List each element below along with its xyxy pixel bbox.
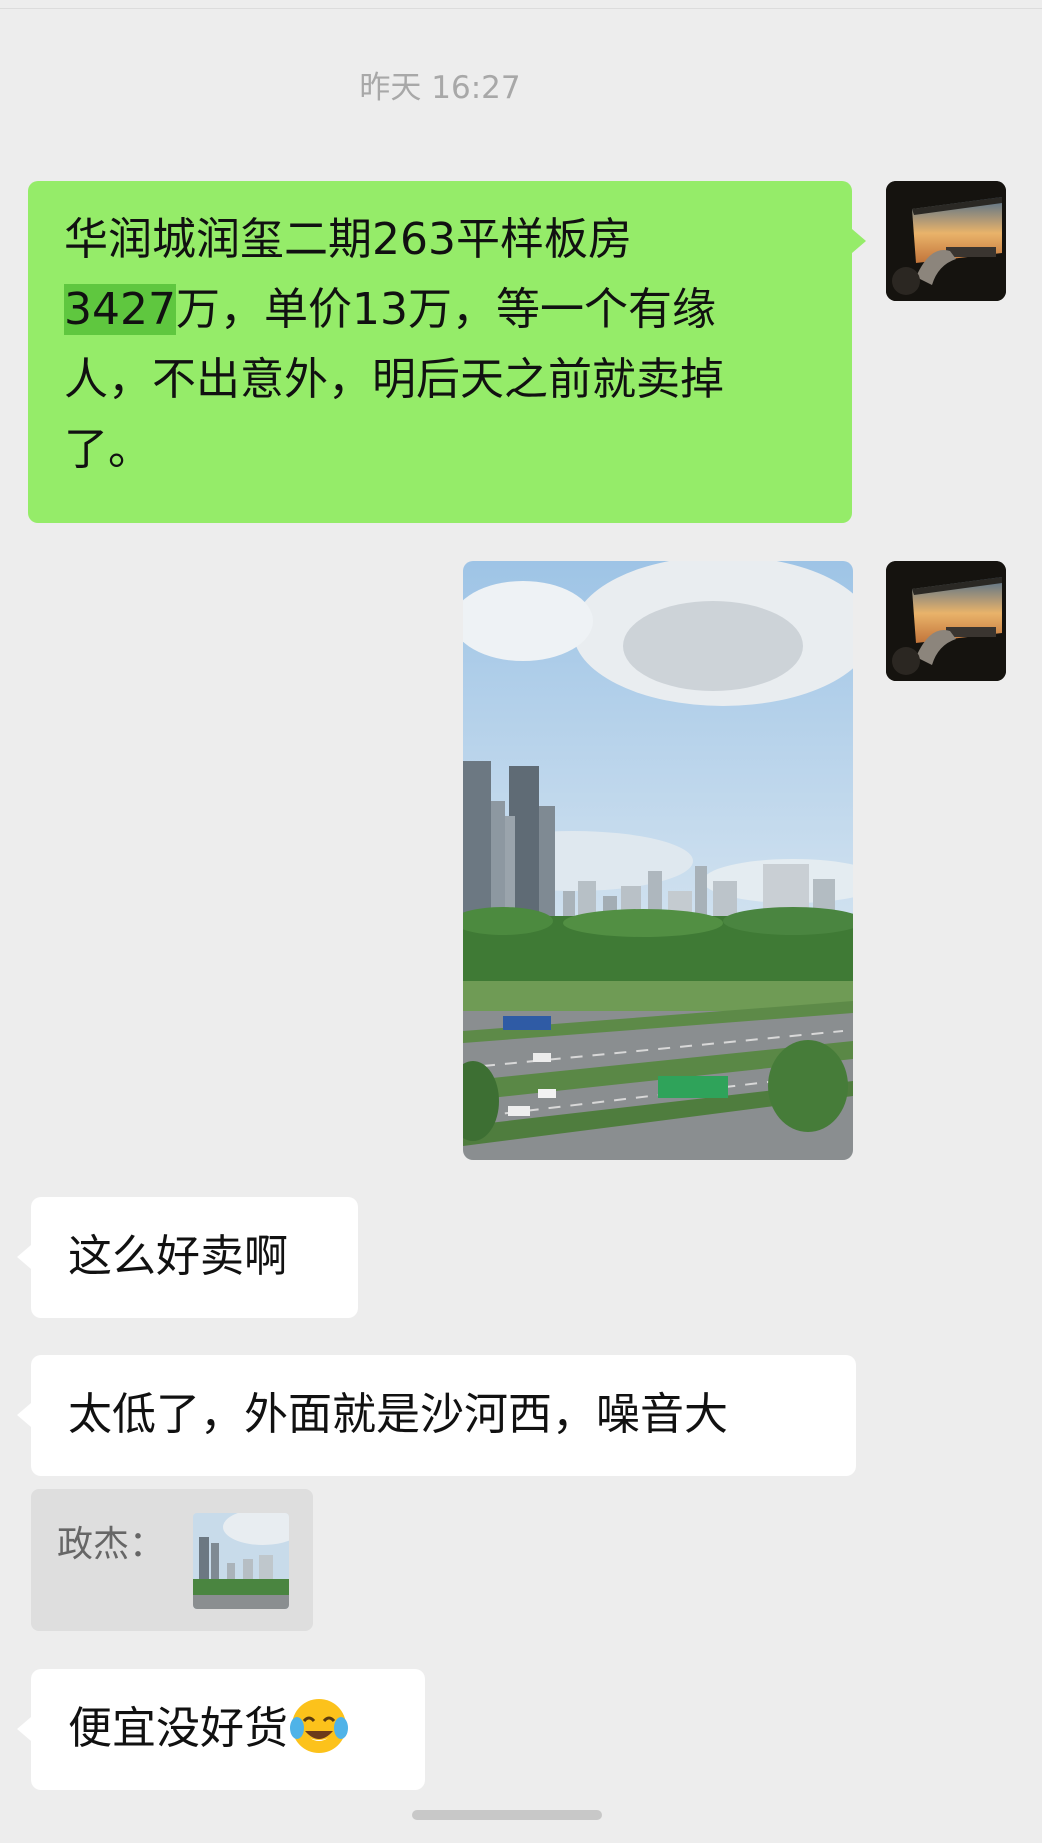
received-message-bubble[interactable]: 这么好卖啊 — [31, 1197, 358, 1318]
message-timestamp: 昨天 16:27 — [359, 70, 521, 106]
received-message-bubble[interactable]: 便宜没好货 — [31, 1669, 425, 1790]
message-line: 人，不出意外，明后天之前就卖掉 — [64, 354, 724, 405]
sent-message-bubble[interactable]: 华润城润玺二期263平样板房 3427万，单价13万，等一个有缘 人，不出意外，… — [28, 181, 852, 523]
avatar-photo-icon — [886, 561, 1006, 681]
message-text-content: 便宜没好货 — [68, 1703, 288, 1754]
quote-sender: 政杰： — [57, 1524, 166, 1565]
tears-of-joy-emoji-icon — [288, 1695, 350, 1757]
sent-image-message[interactable] — [463, 561, 853, 1160]
avatar[interactable] — [886, 181, 1006, 301]
city-skyline-photo-icon — [463, 561, 853, 1160]
message-text: 华润城润玺二期263平样板房 3427万，单价13万，等一个有缘 人，不出意外，… — [64, 205, 844, 485]
city-skyline-thumbnail-icon[interactable] — [193, 1513, 289, 1609]
message-line: 万，单价13万，等一个有缘 — [175, 284, 716, 335]
message-text: 太低了，外面就是沙河西，噪音大 — [68, 1389, 728, 1440]
bubble-tail — [17, 1717, 31, 1741]
quoted-message[interactable]: 政杰： — [31, 1489, 313, 1631]
bubble-tail — [17, 1403, 31, 1427]
home-indicator[interactable] — [412, 1810, 602, 1820]
avatar-photo-icon — [886, 181, 1006, 301]
message-text: 便宜没好货 — [68, 1694, 350, 1764]
received-message-bubble[interactable]: 太低了，外面就是沙河西，噪音大 — [31, 1355, 856, 1476]
avatar[interactable] — [886, 561, 1006, 681]
bubble-tail — [852, 229, 866, 253]
bubble-tail — [17, 1245, 31, 1269]
message-text: 这么好卖啊 — [68, 1231, 288, 1282]
message-line: 华润城润玺二期263平样板房 — [64, 214, 632, 265]
top-divider — [0, 8, 1042, 9]
message-line: 了。 — [64, 424, 152, 475]
highlighted-text: 3427 — [64, 284, 176, 335]
